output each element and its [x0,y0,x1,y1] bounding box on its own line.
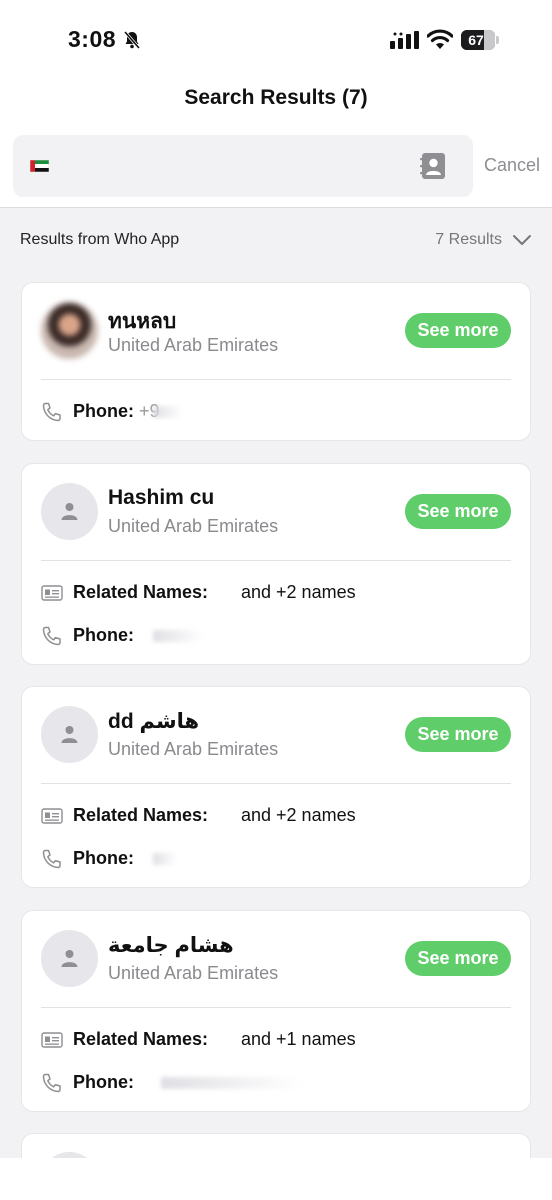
phone-row[interactable]: Phone: +9 [41,401,511,423]
contact-name: ทนหลบ [108,310,177,333]
person-icon [61,503,78,520]
status-time: 3:08 [68,26,117,52]
phone-label: Phone: [73,625,134,645]
contact-country: United Arab Emirates [108,516,279,536]
phone-label: Phone: [73,1072,134,1092]
cellular-signal-icon [390,31,419,49]
avatar [41,706,98,763]
see-more-button[interactable]: See more [405,941,511,976]
related-names-label: Related Names: [73,1029,209,1049]
contact-name: هشام جامعة [108,934,234,957]
id-card-icon [41,1032,63,1048]
page-title: Search Results (7) [184,86,368,109]
related-names-label: Related Names: [73,805,209,825]
phone-icon [42,626,61,646]
phone-redacted [153,406,183,418]
see-more-button[interactable]: See more [405,313,511,348]
phone-row[interactable]: Phone: [41,625,511,647]
bottom-safe-area [0,1158,552,1200]
person-icon [61,726,78,743]
wifi-icon [427,29,453,49]
search-box[interactable] [13,135,473,197]
avatar [41,483,98,540]
related-names-value: and +2 names [241,582,356,602]
result-card[interactable]: dd هاشم United Arab Emirates See more Re… [21,686,531,888]
avatar [41,930,98,987]
phone-row[interactable]: Phone: [41,848,511,870]
divider [41,1007,511,1008]
results-source-label: Results from Who App [20,231,180,248]
contact-country: United Arab Emirates [108,739,279,759]
related-names-label: Related Names: [73,582,209,602]
phone-icon [42,1073,61,1093]
divider [41,783,511,784]
phone-redacted [153,630,203,642]
contact-name: dd هاشم [108,710,200,733]
id-card-icon [41,808,63,824]
result-card[interactable]: هشام جامعة United Arab Emirates See more… [21,910,531,1112]
divider [41,560,511,561]
see-more-button[interactable]: See more [405,717,511,752]
results-header[interactable]: Results from Who App 7 Results [20,231,532,253]
battery-percent: 67 [468,32,484,48]
related-names-row[interactable]: Related Names: and +2 names [41,582,511,604]
id-card-icon [41,585,63,601]
phone-label: Phone: [73,401,134,421]
battery-tip [496,36,499,44]
bell-slash-icon [123,31,141,49]
related-names-value: and +2 names [241,805,356,825]
contact-name: Hashim cu [108,486,215,509]
related-names-row[interactable]: Related Names: and +2 names [41,805,511,827]
divider [41,379,511,380]
phone-label: Phone: [73,848,134,868]
related-names-row[interactable]: Related Names: and +1 names [41,1029,511,1051]
phone-redacted [153,853,177,865]
related-names-value: and +1 names [241,1029,356,1049]
chevron-down-icon[interactable] [512,233,532,247]
result-card[interactable]: Hashim cu United Arab Emirates See more … [21,463,531,665]
phone-redacted [161,1077,301,1089]
phone-row[interactable]: Phone: [41,1072,511,1094]
contact-country: United Arab Emirates [108,335,279,355]
cancel-button[interactable]: Cancel [484,155,540,176]
top-panel: 3:08 67 Search Results (7) Cancel [0,0,552,208]
contact-country: United Arab Emirates [108,963,279,983]
person-icon [61,950,78,967]
uae-flag-icon [30,160,49,172]
phone-icon [42,849,61,869]
battery-icon: 67 [461,30,495,50]
avatar [41,302,98,359]
search-input[interactable] [61,153,401,179]
see-more-button[interactable]: See more [405,494,511,529]
phone-icon [42,402,61,422]
results-count: 7 Results [435,231,502,248]
result-card[interactable]: ทนหลบ United Arab Emirates See more Phon… [21,282,531,441]
contacts-book-icon[interactable] [419,152,447,180]
